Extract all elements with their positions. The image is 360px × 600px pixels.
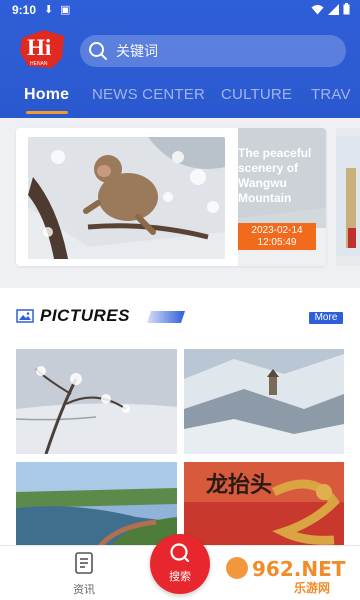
logo-text: Hi bbox=[27, 35, 52, 60]
watermark-text: 962.NET bbox=[252, 557, 346, 581]
title-decoration bbox=[147, 311, 185, 323]
search-input[interactable]: 关键词 bbox=[80, 35, 346, 67]
status-time: 9:10 bbox=[12, 3, 37, 17]
watermark-subtext: 乐游网 bbox=[294, 580, 330, 595]
picture-thumb[interactable] bbox=[16, 349, 177, 454]
news-icon bbox=[75, 552, 93, 574]
search-icon bbox=[170, 543, 190, 563]
image-icon bbox=[16, 309, 34, 323]
tab-bar: Home NEWS CENTER CULTURE TRAV bbox=[0, 84, 360, 118]
featured-title[interactable]: The peaceful scenery of Wangwu Mountain bbox=[238, 146, 318, 206]
search-icon bbox=[89, 42, 107, 60]
tab-travel[interactable]: TRAV bbox=[311, 86, 351, 103]
watermark: 962.NET 乐游网 bbox=[226, 557, 346, 595]
status-bar: 9:10 ⬇ ▣ bbox=[0, 0, 360, 20]
download-icon: ⬇ bbox=[44, 4, 54, 16]
app-header: 9:10 ⬇ ▣ Hi HENAN 关键词 Home NEWS CENTER C… bbox=[0, 0, 360, 118]
nav-news[interactable]: 资讯 bbox=[62, 552, 106, 597]
nav-search-button[interactable]: 搜索 bbox=[150, 534, 210, 594]
app-logo[interactable]: Hi HENAN bbox=[18, 28, 68, 70]
tab-culture[interactable]: CULTURE bbox=[221, 86, 292, 103]
featured-date-badge: 2023-02-14 12:05:49 bbox=[238, 223, 316, 250]
featured-image[interactable] bbox=[28, 137, 225, 259]
wifi-icon bbox=[311, 4, 324, 14]
signal-icon bbox=[328, 3, 339, 15]
nav-search-label: 搜索 bbox=[169, 571, 191, 583]
notification-icon: ▣ bbox=[60, 4, 71, 16]
tab-home[interactable]: Home bbox=[24, 86, 69, 104]
section-title: PICTURES bbox=[40, 306, 130, 325]
active-tab-indicator bbox=[26, 111, 68, 114]
tab-news-center[interactable]: NEWS CENTER bbox=[92, 86, 205, 103]
featured-date: 2023-02-14 bbox=[251, 225, 303, 236]
search-placeholder: 关键词 bbox=[116, 43, 158, 59]
featured-time: 12:05:49 bbox=[257, 237, 297, 248]
next-card-peek[interactable] bbox=[336, 128, 360, 266]
picture-thumb[interactable] bbox=[184, 349, 344, 454]
battery-icon bbox=[343, 3, 350, 15]
thumb-caption: 龙抬头 bbox=[206, 472, 272, 498]
nav-news-label: 资讯 bbox=[73, 584, 95, 596]
more-button[interactable]: More bbox=[309, 312, 343, 324]
logo-subtext: HENAN bbox=[30, 61, 48, 67]
